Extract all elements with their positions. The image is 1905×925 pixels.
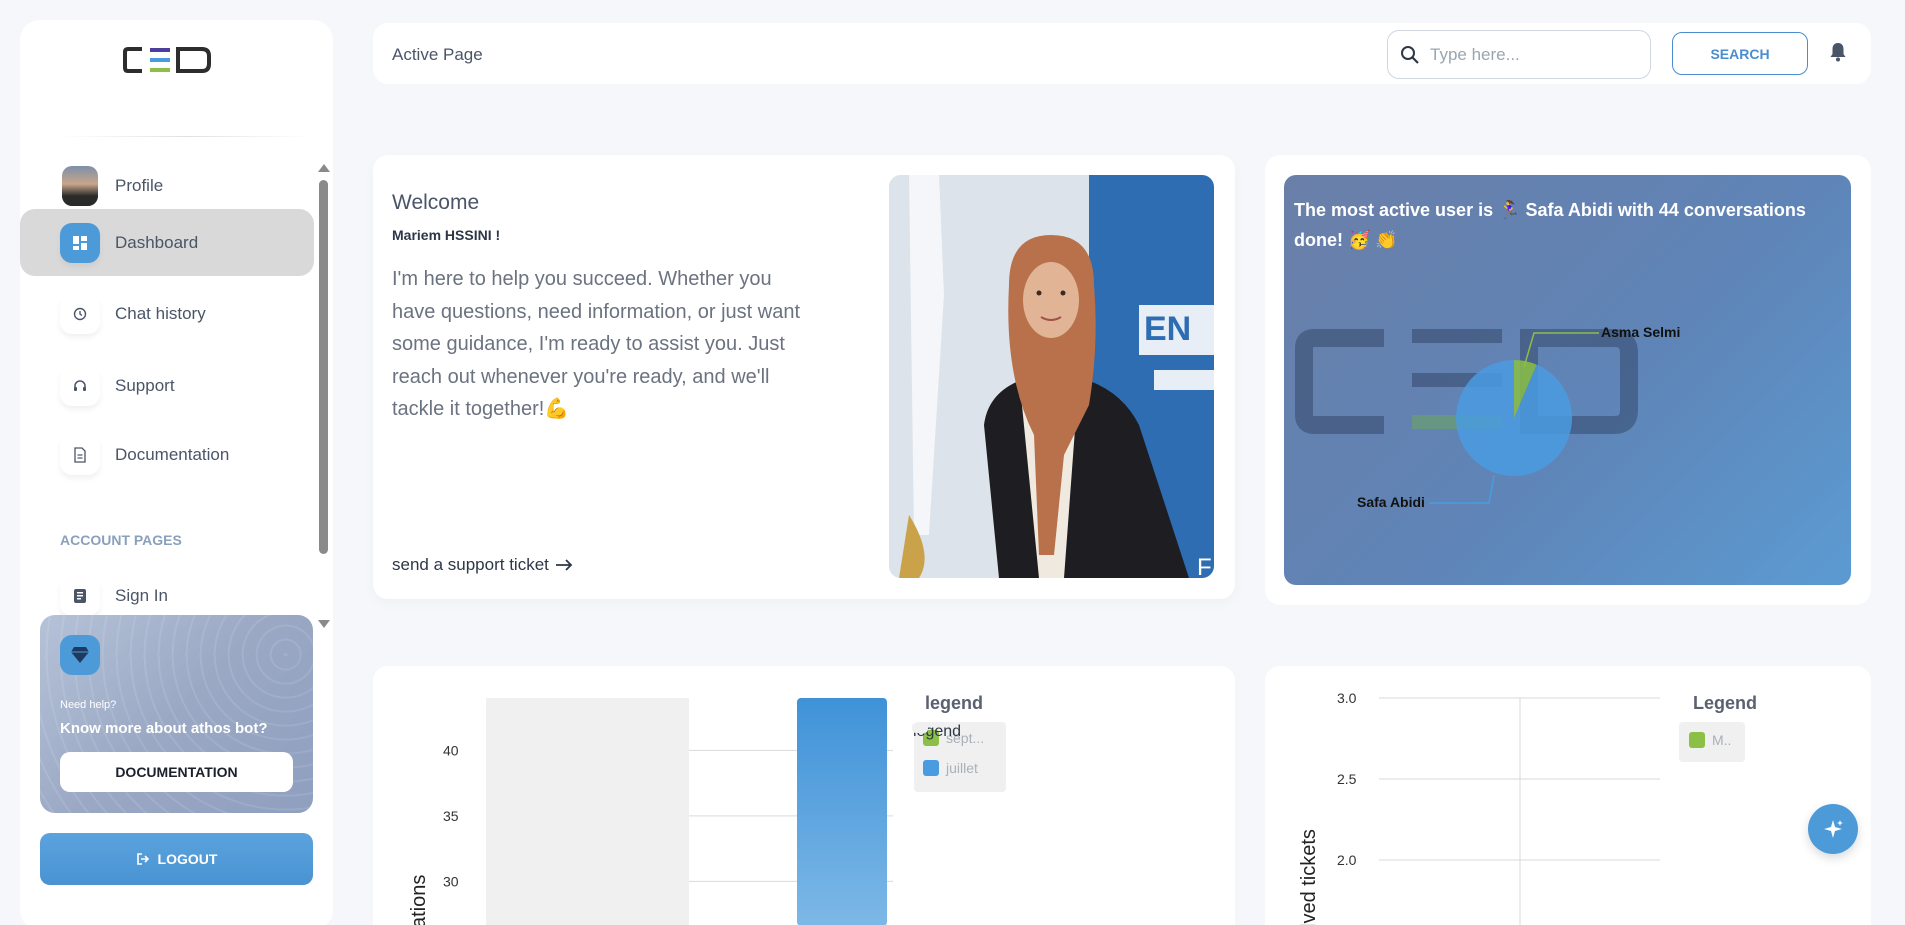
welcome-username: Mariem HSSINI ! xyxy=(392,227,501,243)
bar-chart: 303540ationslegendsept...juillet xyxy=(408,693,1006,925)
y-tick-label: 2.5 xyxy=(1337,771,1357,787)
pie-label: Safa Abidi xyxy=(1357,494,1425,510)
documentation-button[interactable]: DOCUMENTATION xyxy=(60,752,293,792)
legend-label: juillet xyxy=(945,760,978,776)
account-pages-heading: ACCOUNT PAGES xyxy=(60,532,182,548)
y-axis-label: ations xyxy=(408,875,430,925)
sign-in-icon xyxy=(60,575,100,616)
avatar xyxy=(60,165,100,206)
bell-icon[interactable] xyxy=(1829,42,1847,67)
welcome-title: Welcome xyxy=(392,191,480,214)
category-highlight xyxy=(486,698,689,925)
sidebar-item-label: Chat history xyxy=(115,303,206,323)
welcome-card: Welcome Mariem HSSINI ! I'm here to help… xyxy=(373,155,1235,599)
history-icon xyxy=(60,293,100,334)
sidebar-item-chat-history[interactable]: Chat history xyxy=(20,280,314,347)
sidebar-item-label: Support xyxy=(115,375,175,395)
legend-title: Legend xyxy=(1693,693,1757,713)
document-icon xyxy=(60,434,100,475)
sidebar-item-label: Documentation xyxy=(115,444,230,464)
search-button[interactable]: SEARCH xyxy=(1672,32,1808,75)
profile-photo: EN F xyxy=(889,175,1214,578)
y-tick-label: 35 xyxy=(443,808,459,824)
help-small-text: Need help? xyxy=(60,699,117,711)
search-icon xyxy=(1401,46,1419,64)
pie-chart: Asma Selmi Safa Abidi xyxy=(1295,324,1680,510)
welcome-message: I'm here to help you succeed. Whether yo… xyxy=(392,268,801,420)
sidebar-item-label: Dashboard xyxy=(115,232,199,252)
ai-assistant-button[interactable] xyxy=(1808,804,1858,854)
headset-icon xyxy=(60,365,100,406)
conversations-bar-chart-card: 30 35 40 ations legend sept... juillet legend xyxy=(373,666,1235,925)
sidebar-scrollbar[interactable] xyxy=(319,180,328,554)
active-user-panel: The most active user is 🏃‍♀️ Safa Abidi … xyxy=(1284,175,1851,585)
bar-juillet xyxy=(797,698,887,925)
search-box xyxy=(1387,30,1651,79)
sparkle-icon xyxy=(1824,820,1843,838)
active-user-card: The most active user is 🏃‍♀️ Safa Abidi … xyxy=(1265,155,1871,605)
diamond-icon xyxy=(60,635,100,675)
legend-swatch xyxy=(923,760,939,776)
svg-text:F: F xyxy=(1197,554,1212,578)
pie-leader-line xyxy=(1429,474,1495,504)
sidebar-item-support[interactable]: Support xyxy=(20,352,314,419)
arrow-right-icon xyxy=(555,559,573,571)
y-axis-label: lved tickets xyxy=(1298,829,1320,925)
resolved-tickets-chart-card: 3.0 2.5 2.0 lved tickets Legend M.. xyxy=(1265,666,1871,925)
sidebar-item-label: Profile xyxy=(115,175,164,195)
scroll-down-arrow[interactable] xyxy=(318,620,330,628)
legend-title: legend xyxy=(925,693,983,713)
support-ticket-link[interactable]: send a support ticket xyxy=(392,555,573,575)
sidebar-item-label: Sign In xyxy=(115,585,168,605)
help-card: Need help? Know more about athos bot? DO… xyxy=(40,615,313,813)
dashboard-icon xyxy=(60,222,100,263)
line-chart: 3.0 2.5 2.0 lved tickets Legend M.. xyxy=(1298,690,1757,925)
sidebar-item-documentation[interactable]: Documentation xyxy=(20,421,314,488)
top-navbar: Active Page SEARCH xyxy=(373,23,1871,84)
legend-swatch xyxy=(1689,732,1705,748)
search-input[interactable] xyxy=(1430,44,1630,65)
y-tick-label: 40 xyxy=(443,742,459,758)
logout-icon xyxy=(136,853,149,865)
legend-label: M.. xyxy=(1712,732,1731,748)
y-tick-label: 3.0 xyxy=(1337,690,1357,706)
scroll-up-arrow[interactable] xyxy=(318,164,330,172)
y-tick-label: 30 xyxy=(443,873,459,889)
sidebar-divider xyxy=(60,136,313,137)
svg-text:EN: EN xyxy=(1144,310,1191,348)
help-heading: Know more about athos bot? xyxy=(60,720,268,737)
breadcrumb: Active Page xyxy=(392,45,483,64)
support-ticket-label: send a support ticket xyxy=(392,555,549,574)
logout-label: LOGOUT xyxy=(157,851,218,867)
logout-button[interactable]: LOGOUT xyxy=(40,833,313,885)
y-tick-label: 2.0 xyxy=(1337,852,1357,868)
pie-label: Asma Selmi xyxy=(1601,324,1680,340)
ced-logo xyxy=(122,46,214,79)
sidebar-item-dashboard[interactable]: Dashboard xyxy=(20,209,314,276)
